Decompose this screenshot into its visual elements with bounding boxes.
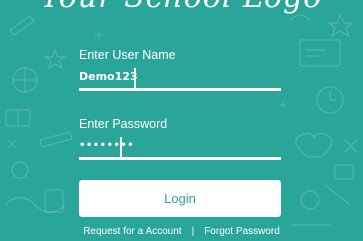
text-cursor (120, 137, 122, 157)
username-underline (79, 88, 281, 91)
footer-links: Request for a Account | Forgot Password (0, 226, 363, 237)
pencil-doodle (9, 15, 35, 36)
apple-doodle (295, 132, 333, 158)
ruler-doodle (39, 131, 73, 148)
text-cursor (134, 68, 136, 88)
username-label: Enter User Name (79, 48, 176, 62)
password-underline (79, 157, 281, 160)
request-account-link[interactable]: Request for a Account (83, 226, 181, 237)
password-label: Enter Password (79, 117, 168, 131)
footer-separator: | (191, 226, 195, 237)
chalkboard-doodle (299, 39, 341, 67)
school-logo: Your School Logo (0, 0, 363, 15)
forgot-password-link[interactable]: Forgot Password (204, 226, 280, 237)
star-doodle (43, 48, 67, 70)
username-field[interactable]: Demo123 (79, 66, 281, 91)
password-value: •••••••• (79, 140, 135, 151)
username-value: Demo123 (79, 70, 138, 83)
login-button[interactable]: Login (79, 180, 281, 217)
password-field[interactable]: •••••••• (79, 135, 281, 160)
